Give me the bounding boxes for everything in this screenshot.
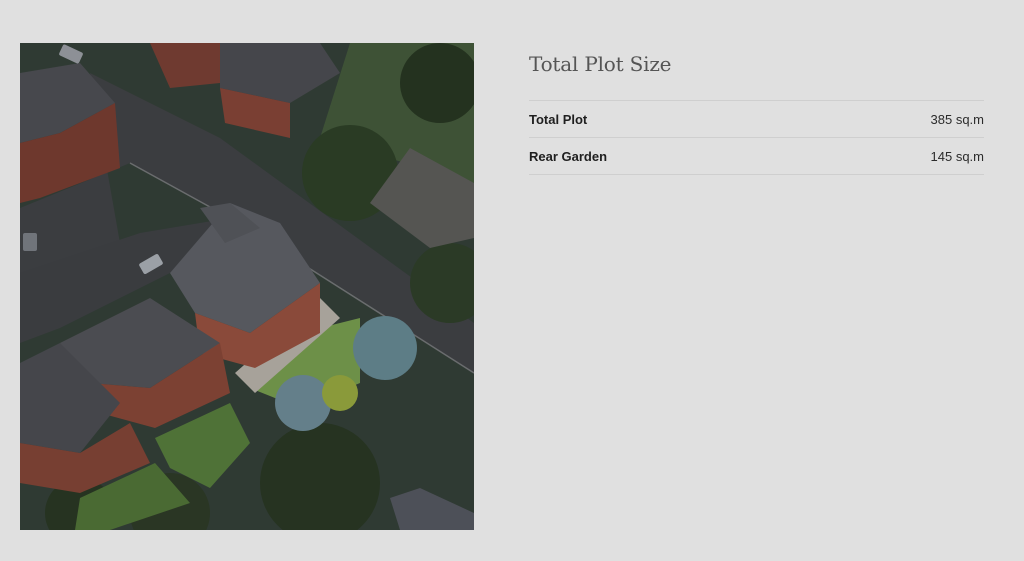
- table-row-rear-garden: Rear Garden 145 sq.m: [529, 138, 984, 175]
- row-label: Total Plot: [529, 111, 588, 127]
- row-value: 145 sq.m: [930, 148, 984, 164]
- row-label: Rear Garden: [529, 148, 608, 164]
- row-value: 385 sq.m: [930, 111, 984, 127]
- plot-size-table: Total Plot 385 sq.m Rear Garden 145 sq.m: [529, 100, 984, 175]
- plot-size-panel: Total Plot Size Total Plot 385 sq.m Rear…: [529, 50, 984, 175]
- table-row-total-plot: Total Plot 385 sq.m: [529, 101, 984, 138]
- panel-title: Total Plot Size: [529, 52, 672, 76]
- aerial-site-plan-image: [20, 43, 474, 530]
